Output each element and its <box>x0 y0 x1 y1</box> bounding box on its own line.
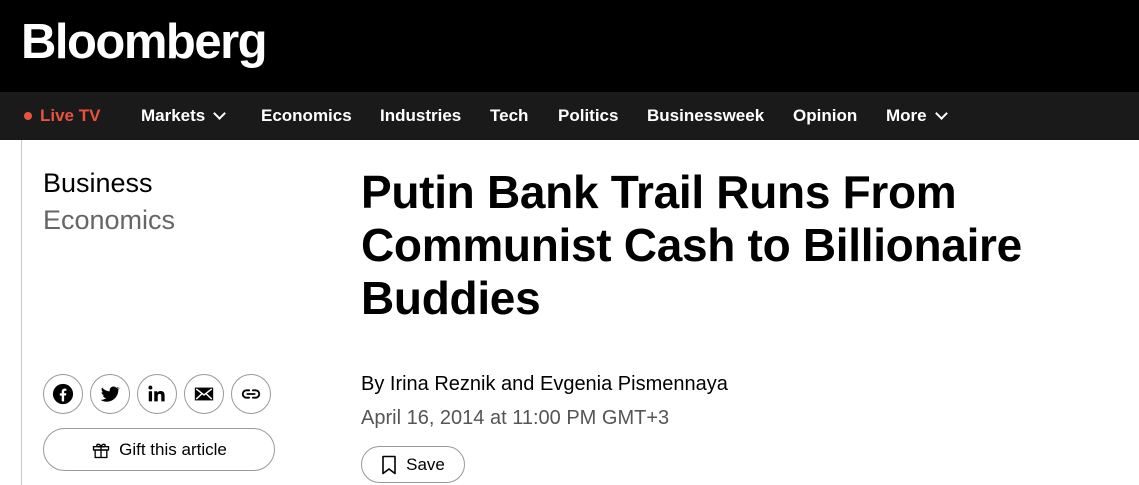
nav-item-opinion[interactable]: Opinion <box>793 92 857 140</box>
nav-live-tv[interactable]: Live TV <box>24 92 100 140</box>
bloomberg-logo[interactable]: Bloomberg <box>21 12 268 72</box>
link-icon <box>241 389 261 399</box>
nav-item-label: Markets <box>141 106 206 125</box>
nav-item-label: Industries <box>380 106 462 125</box>
live-dot-icon <box>24 112 32 120</box>
nav-live-tv-label: Live TV <box>40 106 101 125</box>
share-bar <box>43 374 271 414</box>
twitter-icon <box>100 386 121 402</box>
nav-item-markets[interactable]: Markets <box>141 92 227 140</box>
nav-item-businessweek[interactable]: Businessweek <box>647 92 764 140</box>
category-primary[interactable]: Business <box>43 166 153 200</box>
share-twitter-button[interactable] <box>90 374 130 414</box>
nav-item-label: More <box>886 106 927 125</box>
save-button[interactable]: Save <box>361 446 465 483</box>
save-label: Save <box>406 454 445 474</box>
nav-item-label: Tech <box>490 106 529 125</box>
left-divider <box>21 140 22 485</box>
nav-item-label: Economics <box>261 106 352 125</box>
article-date: April 16, 2014 at 11:00 PM GMT+3 <box>361 407 670 429</box>
nav-item-label: Politics <box>558 106 619 125</box>
nav-item-industries[interactable]: Industries <box>380 92 461 140</box>
share-linkedin-button[interactable] <box>137 374 177 414</box>
email-icon <box>194 387 214 401</box>
main-nav: Live TV Markets Economics Industries Tec… <box>0 92 1139 140</box>
linkedin-icon <box>148 385 165 402</box>
share-email-button[interactable] <box>184 374 224 414</box>
gift-article-label: Gift this article <box>119 439 227 459</box>
nav-item-label: Businessweek <box>647 106 765 125</box>
category-secondary[interactable]: Economics <box>43 203 175 237</box>
article-byline[interactable]: By Irina Reznik and Evgenia Pismennaya <box>361 373 728 396</box>
chevron-down-icon <box>934 107 948 120</box>
gift-article-button[interactable]: Gift this article <box>43 428 275 471</box>
nav-item-label: Opinion <box>793 106 858 125</box>
nav-item-tech[interactable]: Tech <box>490 92 528 140</box>
copy-link-button[interactable] <box>231 374 271 414</box>
bookmark-icon <box>382 455 396 474</box>
top-bar: Bloomberg <box>0 0 1139 92</box>
share-facebook-button[interactable] <box>43 374 83 414</box>
facebook-icon <box>52 383 74 405</box>
nav-item-politics[interactable]: Politics <box>558 92 618 140</box>
gift-icon <box>92 443 110 458</box>
nav-item-economics[interactable]: Economics <box>261 92 352 140</box>
chevron-down-icon <box>213 107 227 120</box>
article-headline: Putin Bank Trail Runs From Communist Cas… <box>361 166 1022 324</box>
nav-item-more[interactable]: More <box>886 92 948 140</box>
